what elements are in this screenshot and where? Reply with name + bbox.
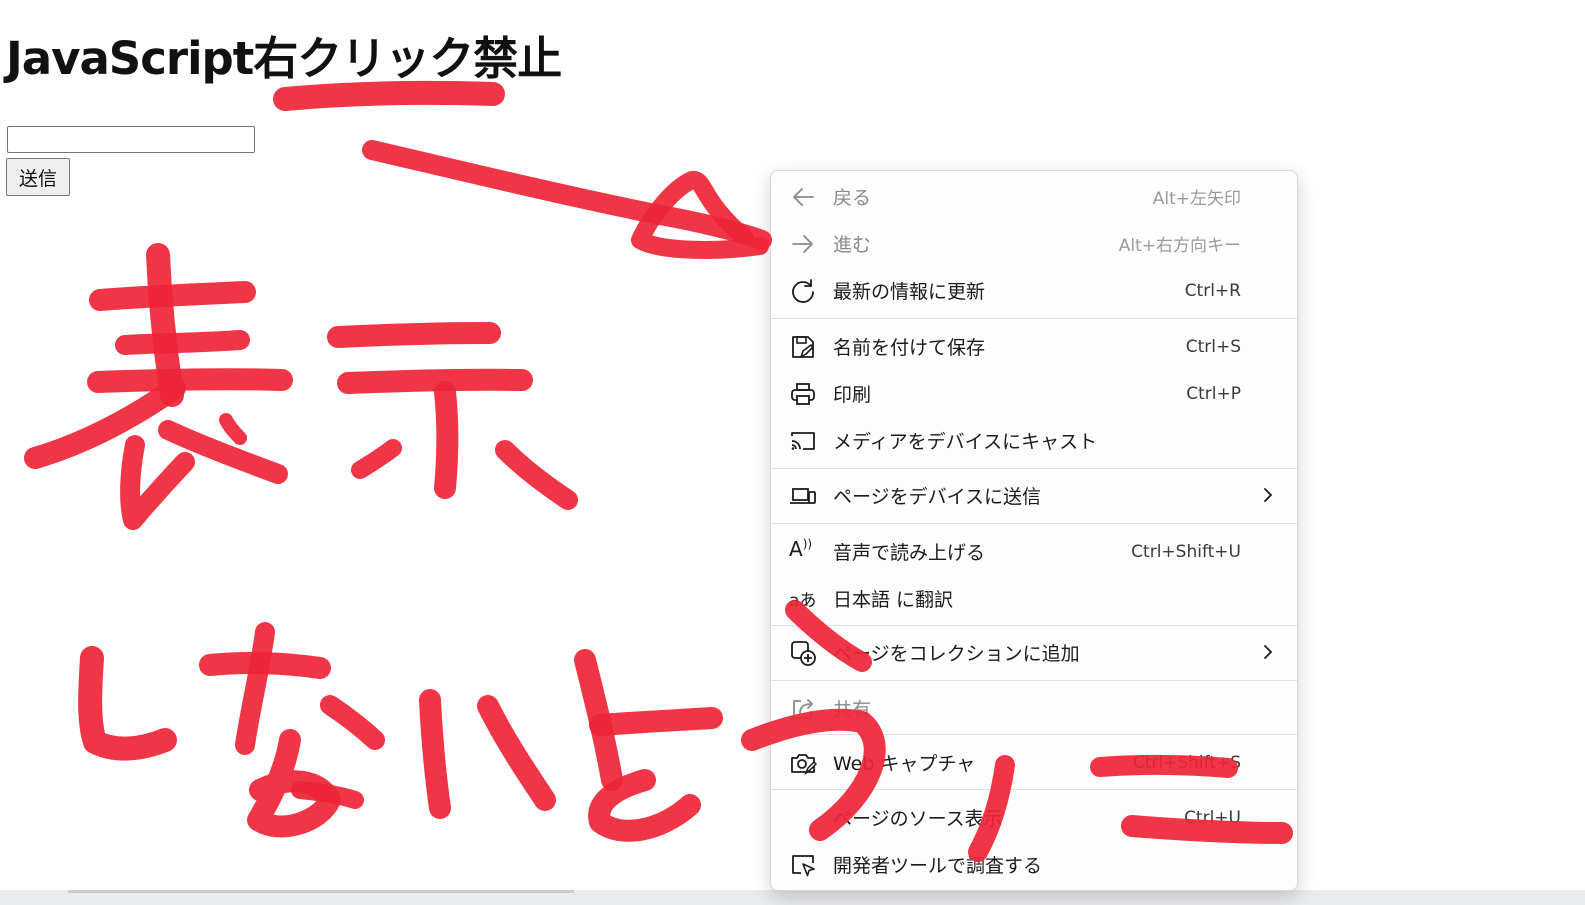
menu-item-back[interactable]: 戻る Alt+左矢印 [771,173,1297,220]
read-aloud-icon: A)) [789,537,813,561]
menu-item-view-source[interactable]: ページのソース表示 Ctrl+U [771,794,1297,841]
send-to-device-icon [789,482,817,510]
submit-button[interactable]: 送信 [6,158,70,196]
scribble-char-i [419,689,556,819]
menu-item-read-aloud[interactable]: A)) 音声で読み上げる Ctrl+Shift+U [771,528,1297,575]
menu-label: ページをコレクションに追加 [833,643,1080,665]
menu-label: 音声で読み上げる [833,542,986,564]
menu-shortcut: Alt+左矢印 [1152,189,1241,209]
menu-separator [771,734,1297,735]
scribble-char-ji [327,322,578,510]
menu-label: 日本語 に翻訳 [833,589,954,611]
menu-item-refresh[interactable]: 最新の情報に更新 Ctrl+R [771,267,1297,314]
share-icon [789,695,817,723]
menu-item-print[interactable]: 印刷 Ctrl+P [771,370,1297,417]
view-source-icon [789,804,817,832]
context-menu: 戻る Alt+左矢印 進む Alt+右方向キー 最新の情報に更新 Ctrl+R … [770,170,1298,891]
menu-separator [771,680,1297,681]
scribble-char-na [199,622,385,838]
scrollbar-thumb[interactable] [68,890,574,893]
menu-shortcut: Ctrl+P [1186,383,1241,404]
arrow-scribble [273,80,772,259]
menu-shortcut: Alt+右方向キー [1118,236,1241,256]
save-icon [789,333,817,361]
forward-arrow-icon [789,230,817,258]
menu-item-save-as[interactable]: 名前を付けて保存 Ctrl+S [771,323,1297,370]
menu-shortcut: Ctrl+U [1184,807,1241,828]
menu-item-translate[interactable]: aあ 日本語 に翻訳 [771,575,1297,622]
translate-icon: aあ [789,591,817,611]
menu-shortcut: Ctrl+Shift+U [1131,541,1241,562]
scribble-char-shi [78,646,177,761]
menu-item-web-capture[interactable]: Web キャプチャ Ctrl+Shift+S [771,739,1297,786]
scribble-char-hyou [24,243,293,530]
menu-shortcut: Ctrl+Shift+S [1132,752,1241,773]
menu-item-add-to-collections[interactable]: ページをコレクションに追加 [771,629,1297,676]
menu-item-share[interactable]: 共有 [771,685,1297,732]
chevron-right-icon [1261,641,1275,663]
menu-shortcut: Ctrl+S [1185,336,1241,357]
menu-label: 名前を付けて保存 [833,337,986,359]
menu-label: 進む [833,234,872,256]
menu-separator [771,625,1297,626]
menu-label: 開発者ツールで調査する [833,855,1043,877]
menu-label: ページをデバイスに送信 [833,486,1042,508]
menu-label: 戻る [833,187,872,209]
page-title: JavaScript右クリック禁止 [6,32,562,85]
back-arrow-icon [789,183,817,211]
web-capture-icon [789,749,818,777]
scribble-char-yo [574,649,723,842]
collections-add-icon [789,639,817,667]
menu-item-cast[interactable]: メディアをデバイスにキャスト [771,417,1297,464]
menu-separator [771,523,1297,524]
menu-item-inspect[interactable]: 開発者ツールで調査する [771,841,1297,888]
menu-separator [771,789,1297,790]
menu-label: 共有 [833,699,872,721]
menu-item-send-to-device[interactable]: ページをデバイスに送信 [771,472,1297,519]
menu-label: 印刷 [833,384,872,406]
menu-label: Web キャプチャ [833,753,976,775]
menu-separator [771,318,1297,319]
menu-separator [771,468,1297,469]
menu-label: 最新の情報に更新 [833,281,986,303]
menu-item-forward[interactable]: 進む Alt+右方向キー [771,220,1297,267]
devtools-inspect-icon [789,851,817,879]
menu-shortcut: Ctrl+R [1184,280,1241,301]
print-icon [789,380,817,408]
refresh-icon [789,277,817,305]
cast-icon [789,427,817,455]
menu-label: メディアをデバイスにキャスト [833,431,1098,453]
text-input[interactable] [7,126,255,153]
chevron-right-icon [1261,484,1275,506]
menu-label: ページのソース表示 [833,808,1003,830]
horizontal-scrollbar[interactable] [0,890,1585,905]
